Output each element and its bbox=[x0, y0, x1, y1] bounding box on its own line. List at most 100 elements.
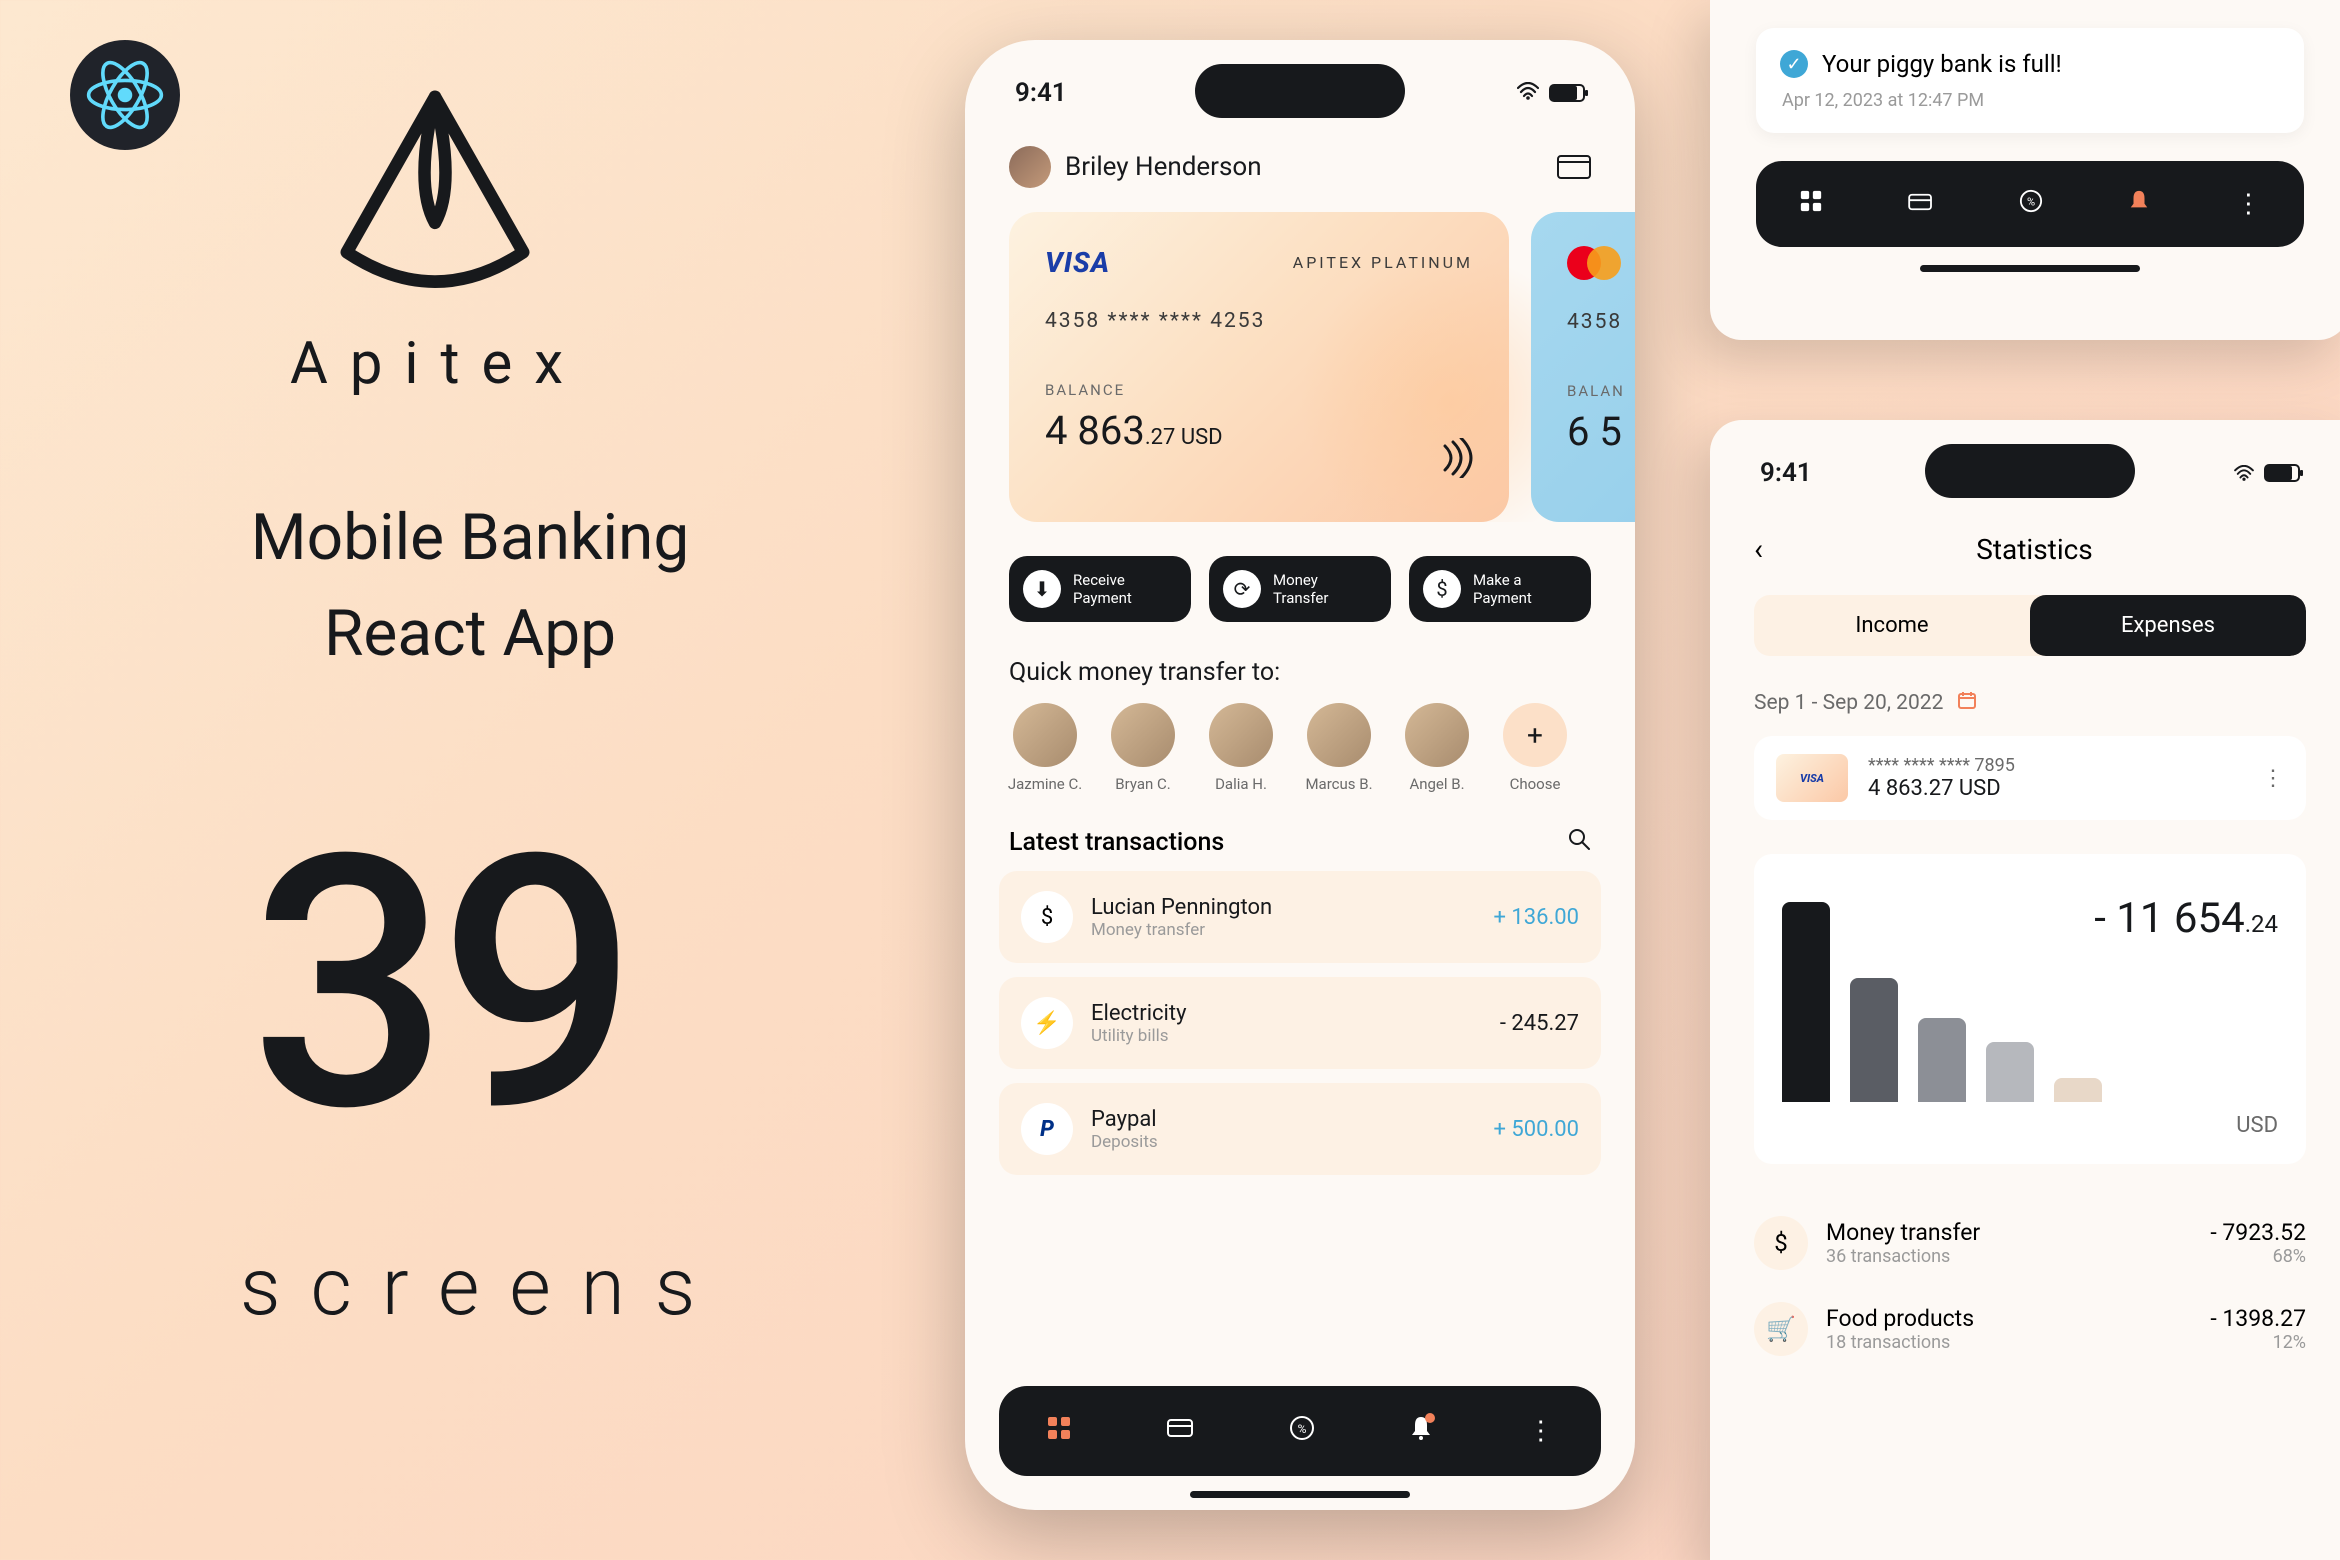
tx-name: Electricity bbox=[1091, 1001, 1187, 1026]
contact-item[interactable]: Marcus B. bbox=[1303, 703, 1375, 793]
home-indicator bbox=[1190, 1491, 1410, 1498]
transaction-item[interactable]: ⚡ ElectricityUtility bills - 245.27 bbox=[999, 977, 1601, 1069]
tab-home-icon[interactable] bbox=[1799, 189, 1823, 220]
battery-icon bbox=[2264, 464, 2300, 482]
cat-name: Money transfer bbox=[1826, 1219, 1980, 1246]
mini-card-icon: VISA bbox=[1776, 754, 1848, 802]
mini-card-balance: 4 863.27 USD bbox=[1868, 776, 2015, 801]
tx-name: Paypal bbox=[1091, 1107, 1158, 1132]
contact-item[interactable]: Bryan C. bbox=[1107, 703, 1179, 793]
user-row[interactable]: Briley Henderson bbox=[965, 128, 1635, 212]
contact-avatar bbox=[1209, 703, 1273, 767]
user-name: Briley Henderson bbox=[1065, 152, 1262, 182]
date-range[interactable]: Sep 1 - Sep 20, 2022 bbox=[1754, 691, 1943, 715]
check-icon: ✓ bbox=[1780, 50, 1808, 78]
mastercard-logo-icon bbox=[1567, 246, 1621, 280]
chart-bar[interactable] bbox=[2054, 1078, 2102, 1102]
receive-payment-button[interactable]: ⬇ ReceivePayment bbox=[1009, 556, 1191, 622]
screens-label: screens bbox=[240, 1240, 725, 1334]
chart-bar[interactable] bbox=[1986, 1042, 2034, 1102]
tx-sub: Money transfer bbox=[1091, 920, 1272, 940]
calendar-icon[interactable] bbox=[1957, 690, 1977, 716]
user-avatar[interactable] bbox=[1009, 146, 1051, 188]
contact-item[interactable]: Angel B. bbox=[1401, 703, 1473, 793]
cards-icon[interactable] bbox=[1557, 155, 1591, 179]
back-icon[interactable]: ‹ bbox=[1754, 532, 1763, 567]
cat-sub: 18 transactions bbox=[1826, 1332, 1974, 1353]
transactions-title: Latest transactions bbox=[1009, 828, 1224, 857]
card-tier: APITEX PLATINUM bbox=[1293, 253, 1473, 272]
chart-bar[interactable] bbox=[1782, 902, 1830, 1102]
plus-icon: + bbox=[1503, 703, 1567, 767]
card-selector[interactable]: VISA **** **** **** 7895 4 863.27 USD ⋮ bbox=[1754, 736, 2306, 820]
tab-loans-icon[interactable]: % bbox=[2019, 189, 2043, 220]
tx-name: Lucian Pennington bbox=[1091, 895, 1272, 920]
segment-expenses[interactable]: Expenses bbox=[2030, 595, 2306, 656]
transaction-item[interactable]: $ Lucian PenningtonMoney transfer + 136.… bbox=[999, 871, 1601, 963]
contact-item[interactable]: Dalia H. bbox=[1205, 703, 1277, 793]
segment-income[interactable]: Income bbox=[1754, 595, 2030, 656]
transaction-item[interactable]: P PaypalDeposits + 500.00 bbox=[999, 1083, 1601, 1175]
subtitle-line2: React App bbox=[324, 596, 616, 671]
chart-bar[interactable] bbox=[1850, 978, 1898, 1102]
tab-loans-icon[interactable]: % bbox=[1289, 1415, 1315, 1448]
credit-card-primary[interactable]: VISA APITEX PLATINUM 4358 **** **** 4253… bbox=[1009, 212, 1509, 522]
mini-card-number: **** **** **** 7895 bbox=[1868, 755, 2015, 776]
contacts-row: Jazmine C. Bryan C. Dalia H. Marcus B. A… bbox=[965, 703, 1635, 793]
balance-label-2: BALAN bbox=[1567, 382, 1635, 400]
make-payment-button[interactable]: $ Make aPayment bbox=[1409, 556, 1591, 622]
toast-notification[interactable]: ✓ Your piggy bank is full! Apr 12, 2023 … bbox=[1756, 28, 2304, 133]
contact-name: Choose bbox=[1510, 775, 1561, 793]
cat-amount: - 7923.52 bbox=[2210, 1219, 2306, 1246]
contact-name: Bryan C. bbox=[1115, 775, 1170, 793]
card-carousel[interactable]: VISA APITEX PLATINUM 4358 **** **** 4253… bbox=[965, 212, 1635, 522]
visa-logo-icon: VISA bbox=[1045, 246, 1110, 279]
add-contact-button[interactable]: + Choose bbox=[1499, 703, 1571, 793]
status-bar: 9:41 bbox=[965, 40, 1635, 128]
tab-cards-icon[interactable] bbox=[1167, 1416, 1195, 1446]
tab-more-icon[interactable]: ⋮ bbox=[2235, 189, 2261, 219]
chart-currency: USD bbox=[2236, 1113, 2278, 1138]
money-transfer-button[interactable]: ⟳ MoneyTransfer bbox=[1209, 556, 1391, 622]
transactions-header: Latest transactions bbox=[965, 793, 1635, 871]
tab-notifications-icon[interactable] bbox=[1409, 1415, 1433, 1448]
segment-control[interactable]: Income Expenses bbox=[1754, 595, 2306, 656]
tab-more-icon[interactable]: ⋮ bbox=[1528, 1416, 1554, 1446]
promo-subtitle: Mobile Banking React App bbox=[145, 490, 795, 682]
bottom-tabbar-2: % ⋮ bbox=[1756, 161, 2304, 247]
search-icon[interactable] bbox=[1567, 827, 1591, 857]
quick-transfer-title: Quick money transfer to: bbox=[965, 622, 1635, 703]
tab-notifications-icon[interactable] bbox=[2128, 189, 2150, 220]
page-title: Statistics bbox=[1976, 533, 2093, 566]
contact-name: Angel B. bbox=[1409, 775, 1464, 793]
tx-amount: + 500.00 bbox=[1493, 1117, 1579, 1142]
contact-item[interactable]: Jazmine C. bbox=[1009, 703, 1081, 793]
cat-sub: 36 transactions bbox=[1826, 1246, 1980, 1267]
balance-value: 4 863.27 USD bbox=[1045, 407, 1473, 454]
dollar-icon: $ bbox=[1423, 570, 1461, 608]
chart-bar[interactable] bbox=[1918, 1018, 1966, 1102]
transfer-icon: $ bbox=[1021, 891, 1073, 943]
tab-cards-icon[interactable] bbox=[1908, 189, 1934, 219]
tx-amount: - 245.27 bbox=[1500, 1011, 1579, 1036]
bottom-tabbar: % ⋮ bbox=[999, 1386, 1601, 1476]
category-item[interactable]: 🛒 Food products18 transactions - 1398.27… bbox=[1754, 1286, 2306, 1372]
category-item[interactable]: $ Money transfer36 transactions - 7923.5… bbox=[1754, 1200, 2306, 1286]
screens-count: 39 bbox=[250, 780, 628, 1190]
toast-timestamp: Apr 12, 2023 at 12:47 PM bbox=[1782, 90, 2280, 111]
status-bar: 9:41 bbox=[1710, 420, 2340, 508]
statistics-screen: 9:41 ‹ Statistics Income Expenses Sep 1 … bbox=[1710, 420, 2340, 1560]
balance-value-2: 6 5 bbox=[1567, 408, 1635, 455]
more-icon[interactable]: ⋮ bbox=[2262, 766, 2284, 791]
credit-card-secondary[interactable]: 4358 BALAN 6 5 bbox=[1531, 212, 1635, 522]
expenses-chart: - 11 654.24 USD bbox=[1754, 854, 2306, 1164]
cart-icon: 🛒 bbox=[1754, 1302, 1808, 1356]
tab-home-icon[interactable] bbox=[1046, 1415, 1072, 1448]
promo-panel: Apitex Mobile Banking React App 39 scree… bbox=[70, 40, 870, 1520]
refresh-icon: ⟳ bbox=[1223, 570, 1261, 608]
battery-icon bbox=[1549, 84, 1585, 102]
transfer-icon: $ bbox=[1754, 1216, 1808, 1270]
contact-avatar bbox=[1307, 703, 1371, 767]
electricity-icon: ⚡ bbox=[1021, 997, 1073, 1049]
download-icon: ⬇ bbox=[1023, 570, 1061, 608]
